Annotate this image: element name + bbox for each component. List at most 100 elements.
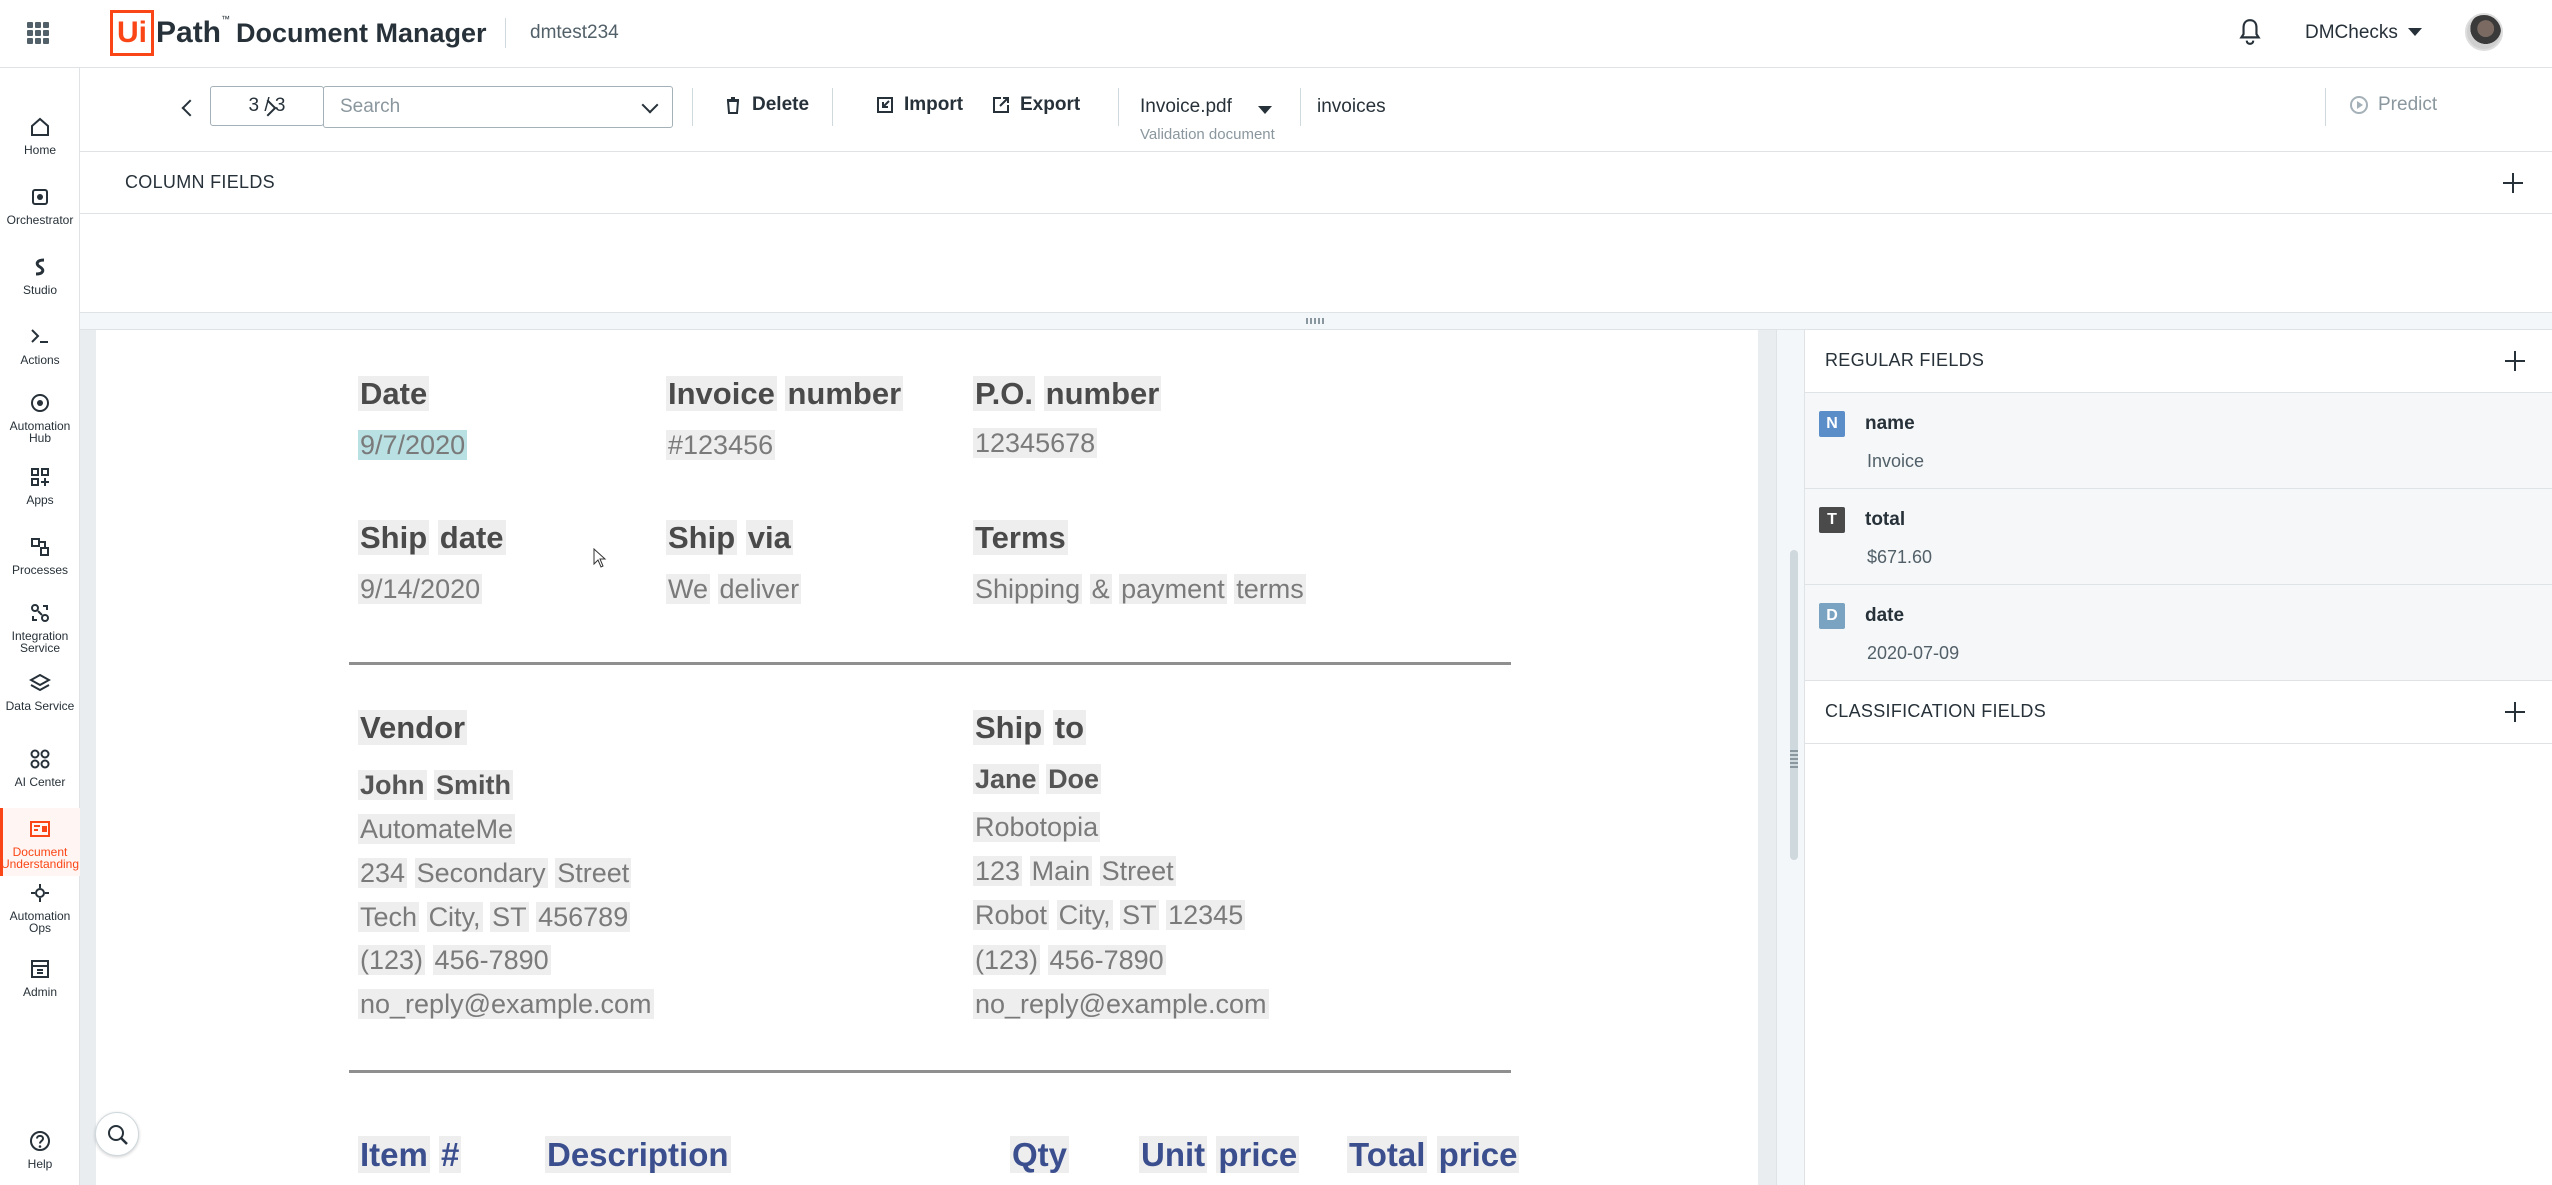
user-menu-name[interactable]: DMChecks: [2305, 22, 2398, 44]
vendor-contact-name[interactable]: John Smith: [358, 770, 514, 801]
nav-automation-hub[interactable]: Automation Hub: [0, 392, 80, 450]
nav-help[interactable]: Help: [0, 1130, 80, 1174]
notifications-bell-icon[interactable]: [2237, 18, 2263, 46]
toolbar-divider: [2325, 88, 2326, 126]
classification-fields-header: CLASSIFICATION FIELDS: [1805, 681, 2552, 744]
add-column-field-icon[interactable]: [2503, 173, 2523, 193]
ship-to-contact-name[interactable]: Jane Doe: [973, 764, 1102, 795]
vendor-city[interactable]: Tech City, ST 456789: [358, 902, 631, 933]
ship-to-city[interactable]: Robot City, ST 12345: [973, 900, 1246, 931]
divider-line: [349, 1070, 1511, 1073]
nav-label: Orchestrator: [6, 213, 74, 227]
drag-handle-icon[interactable]: [1306, 318, 1326, 324]
nav-actions[interactable]: Actions: [0, 326, 80, 370]
nav-label: Data Service: [5, 699, 75, 713]
nav-data-service[interactable]: Data Service: [0, 672, 80, 730]
scrollbar-thumb[interactable]: [1790, 550, 1798, 860]
document-type[interactable]: invoices: [1317, 96, 1386, 118]
delete-button[interactable]: Delete: [724, 94, 809, 116]
studio-icon: [35, 258, 45, 276]
document-understanding-icon: [30, 821, 50, 837]
export-button[interactable]: Export: [992, 94, 1080, 116]
invoice-number-value[interactable]: #123456: [666, 430, 776, 461]
date-label: Date: [358, 376, 430, 411]
zoom-button[interactable]: [95, 1112, 139, 1156]
data-service-icon: [29, 673, 51, 692]
vendor-phone[interactable]: (123) 456-7890: [358, 945, 551, 976]
nav-label: Automation Ops: [9, 909, 71, 935]
field-name: date: [1865, 605, 1905, 626]
previous-page-icon[interactable]: [181, 99, 199, 117]
import-icon: [877, 97, 893, 113]
user-menu-caret-icon[interactable]: [2408, 28, 2422, 36]
regular-fields-title: REGULAR FIELDS: [1825, 350, 1985, 370]
search-dropdown[interactable]: Search: [323, 86, 673, 128]
nav-document-understanding[interactable]: Document Understanding: [0, 808, 80, 876]
integration-service-icon: [31, 604, 49, 622]
vendor-street[interactable]: 234 Secondary Street: [358, 858, 632, 889]
vendor-company[interactable]: AutomateMe: [358, 814, 516, 845]
nav-label: Apps: [26, 493, 54, 507]
field-name: name: [1865, 413, 1915, 434]
table-header-qty: Qty: [1010, 1136, 1070, 1173]
import-button[interactable]: Import: [876, 94, 963, 116]
ship-to-email[interactable]: no_reply@example.com: [973, 989, 1269, 1020]
tenant-name[interactable]: dmtest234: [530, 22, 619, 44]
regular-fields-header: REGULAR FIELDS: [1805, 330, 2552, 393]
document-page[interactable]: Date 9/7/2020 Invoice number #123456 P.O…: [96, 330, 1758, 1185]
predict-button[interactable]: Predict: [2350, 94, 2437, 116]
ship-date-value[interactable]: 9/14/2020: [358, 574, 483, 605]
automation-hub-icon: [31, 394, 49, 412]
field-row-name[interactable]: N name Invoice: [1805, 393, 2552, 489]
document-viewer[interactable]: Date 9/7/2020 Invoice number #123456 P.O…: [80, 330, 1810, 1185]
field-row-date[interactable]: D date 2020-07-09: [1805, 585, 2552, 681]
nav-label: Automation Hub: [9, 419, 71, 445]
ship-to-phone[interactable]: (123) 456-7890: [973, 945, 1166, 976]
nav-integration-service[interactable]: Integration Service: [0, 602, 80, 660]
classification-fields-title: CLASSIFICATION FIELDS: [1825, 701, 2047, 721]
nav-home[interactable]: Home: [0, 116, 80, 160]
ship-to-company[interactable]: Robotopia: [973, 812, 1101, 843]
nav-ai-center[interactable]: AI Center: [0, 748, 80, 792]
ship-date-label: Ship date: [358, 520, 506, 555]
magnifier-icon: [108, 1125, 128, 1145]
invoice-number-label: Invoice number: [666, 376, 904, 411]
app-launcher-icon[interactable]: [27, 22, 49, 44]
uipath-logo[interactable]: Ui Path ™ Document Manager: [110, 10, 487, 56]
field-value[interactable]: 2020-07-09: [1867, 643, 1959, 664]
table-header-description: Description: [545, 1136, 731, 1173]
nav-admin[interactable]: Admin: [0, 958, 80, 1002]
document-file-name[interactable]: Invoice.pdf: [1140, 96, 1232, 118]
ship-to-street[interactable]: 123 Main Street: [973, 856, 1176, 887]
panel-splitter[interactable]: [80, 312, 2552, 330]
nav-processes[interactable]: Processes: [0, 536, 80, 580]
ship-via-value[interactable]: We deliver: [666, 574, 802, 605]
divider-line: [349, 662, 1511, 665]
add-regular-field-icon[interactable]: [2505, 351, 2525, 371]
field-row-total[interactable]: T total $671.60: [1805, 489, 2552, 585]
nav-studio[interactable]: Studio: [0, 256, 80, 300]
terms-value[interactable]: Shipping & payment terms: [973, 574, 1306, 605]
vendor-email[interactable]: no_reply@example.com: [358, 989, 654, 1020]
toolbar-divider: [832, 88, 833, 126]
nav-automation-ops[interactable]: Automation Ops: [0, 882, 80, 940]
column-fields-header: COLUMN FIELDS: [80, 152, 2552, 214]
field-type-badge: N: [1819, 411, 1845, 437]
trash-icon: [726, 97, 740, 114]
date-value[interactable]: 9/7/2020: [358, 430, 468, 461]
add-classification-field-icon[interactable]: [2505, 702, 2525, 722]
nav-orchestrator[interactable]: Orchestrator: [0, 186, 80, 230]
processes-icon: [31, 538, 49, 556]
nav-apps[interactable]: Apps: [0, 466, 80, 510]
help-icon: [30, 1131, 50, 1151]
search-placeholder: Search: [340, 96, 401, 117]
document-subtitle: Validation document: [1140, 126, 1275, 143]
file-dropdown-caret-icon[interactable]: [1258, 106, 1272, 114]
field-value[interactable]: $671.60: [1867, 547, 1932, 568]
field-value[interactable]: Invoice: [1867, 451, 1924, 472]
predict-label: Predict: [2378, 94, 2438, 115]
po-number-value[interactable]: 12345678: [973, 428, 1098, 459]
avatar[interactable]: [2465, 13, 2503, 51]
vertical-drag-handle-icon[interactable]: [1790, 748, 1798, 768]
column-fields-body: [80, 214, 2552, 312]
